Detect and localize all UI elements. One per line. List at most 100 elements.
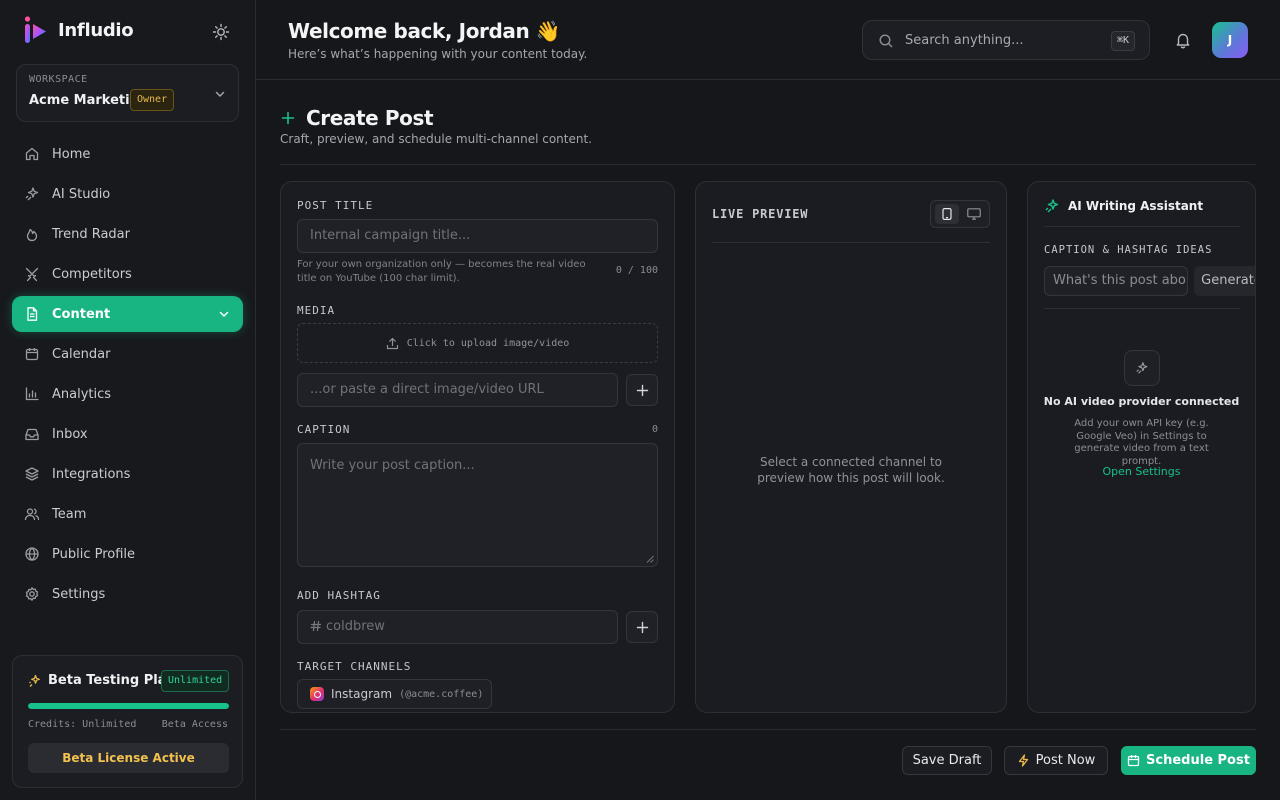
sidebar-item-label: Inbox [52,426,88,442]
sidebar-item-inbox[interactable]: Inbox [12,416,243,452]
caption-counter: 0 [651,424,658,435]
sidebar-item-label: Analytics [52,386,112,402]
chevron-down-icon [213,87,227,101]
search-icon [878,33,894,49]
sparkles-icon [1044,198,1060,214]
sidebar-item-settings[interactable]: Settings [12,576,243,612]
sidebar-item-integrations[interactable]: Integrations [12,456,243,492]
search-bar[interactable]: Search anything... ⌘K [862,20,1150,60]
document-icon [24,306,40,322]
home-icon [24,146,40,162]
layers-icon [24,466,40,482]
post-now-label: Post Now [1035,753,1096,768]
brand[interactable]: Infludio [24,16,134,44]
plan-card: Beta Testing Plan Unlimited Credits: Unl… [12,655,243,788]
sidebar-item-label: Team [52,506,87,522]
sidebar-item-competitors[interactable]: Competitors [12,256,243,292]
ai-assistant-card: AI Writing Assistant CAPTION & HASHTAG I… [1027,181,1256,713]
hashtag-input[interactable]: coldbrew [297,610,618,644]
instagram-icon [310,687,324,701]
hash-icon [310,620,322,632]
ai-assistant-header: AI Writing Assistant [1044,198,1203,214]
channel-handle: (@acme.coffee) [399,688,484,700]
save-draft-button[interactable]: Save Draft [902,746,992,775]
users-icon [24,506,40,522]
ideas-topic-input[interactable]: What's this post about? [1044,266,1188,296]
sidebar-item-calendar[interactable]: Calendar [12,336,243,372]
caption-textarea[interactable]: Write your post caption... [297,443,658,567]
mobile-view-button[interactable] [935,204,959,224]
smartphone-icon [942,208,952,220]
divider [280,164,1256,165]
live-preview-card: LIVE PREVIEW Select a connected channel … [695,181,1007,713]
gear-icon [24,586,40,602]
post-now-button[interactable]: Post Now [1004,746,1108,775]
sparkles-icon [1136,362,1148,374]
post-title-counter: 0 / 100 [615,265,658,276]
desktop-view-button[interactable] [962,204,986,224]
resize-handle-icon[interactable] [646,555,654,563]
schedule-post-button[interactable]: Schedule Post [1121,746,1256,775]
welcome-subtitle: Here’s what’s happening with your conten… [288,47,588,61]
credits-progress-fill [28,703,229,709]
avatar[interactable]: J [1212,22,1248,58]
page-heading: Create Post [280,106,434,130]
brand-name: Infludio [58,19,134,41]
top-header: Welcome back, Jordan 👋 Here’s what’s hap… [256,0,1280,80]
plus-icon [280,110,296,126]
sparkles-icon [28,674,42,688]
bell-icon[interactable] [1174,31,1192,49]
divider [1044,308,1240,309]
no-provider-title: No AI video provider connected [1043,395,1240,408]
plan-credits: Credits: Unlimited [28,719,137,730]
lightning-icon [1017,754,1030,767]
divider [1044,226,1240,227]
sidebar-item-analytics[interactable]: Analytics [12,376,243,412]
target-channels-label: TARGET CHANNELS [297,660,412,673]
caption-label: CAPTION [297,423,351,436]
role-badge: Owner [130,89,175,111]
plan-access: Beta Access [161,719,228,730]
sidebar-item-label: Trend Radar [52,226,130,242]
workspace-switcher[interactable]: WORKSPACE Acme Marketing Owner [16,64,239,122]
plan-title: Beta Testing Plan [48,673,176,688]
post-title-hint: For your own organization only — becomes… [297,259,586,284]
sidebar-item-team[interactable]: Team [12,496,243,532]
sidebar-item-ai-studio[interactable]: AI Studio [12,176,243,212]
search-input[interactable]: Search anything... [905,33,1024,48]
sun-icon[interactable] [211,22,231,42]
upload-dropzone[interactable]: Click to upload image/video [297,323,658,363]
sidebar-item-home[interactable]: Home [12,136,243,172]
caption-ideas-label: CAPTION & HASHTAG IDEAS [1044,244,1213,256]
credits-progress-bar [28,703,229,709]
upload-icon [386,337,399,350]
ai-assistant-title: AI Writing Assistant [1068,199,1204,213]
media-url-input[interactable]: ...or paste a direct image/video URL [297,373,618,407]
inbox-icon [24,426,40,442]
add-hashtag-button[interactable] [626,611,658,643]
device-toggle [930,200,990,228]
workspace-label: WORKSPACE [29,74,88,85]
sidebar-item-trend-radar[interactable]: Trend Radar [12,216,243,252]
license-button[interactable]: Beta License Active [28,743,229,773]
channel-name: Instagram [331,687,393,701]
sidebar-item-label: Public Profile [52,546,136,562]
channel-chip-instagram[interactable]: Instagram (@acme.coffee) [297,679,492,709]
generate-button[interactable]: Generate [1194,266,1255,296]
add-media-url-button[interactable] [626,374,658,406]
divider [280,729,1256,730]
schedule-post-label: Schedule Post [1146,753,1250,768]
post-title-input[interactable]: Internal campaign title... [297,219,658,253]
swords-icon [24,266,40,282]
sidebar-item-public-profile[interactable]: Public Profile [12,536,243,572]
sidebar-item-content[interactable]: Content [12,296,243,332]
shortcut-badge: ⌘K [1110,31,1135,51]
open-settings-link[interactable]: Open Settings [1028,465,1255,478]
sidebar-item-label: Integrations [52,466,131,482]
chevron-down-icon [217,307,231,321]
globe-icon [24,546,40,562]
hashtag-placeholder: coldbrew [326,619,385,634]
plus-icon [636,384,649,397]
logo-icon [24,16,48,44]
calendar-icon [24,346,40,362]
